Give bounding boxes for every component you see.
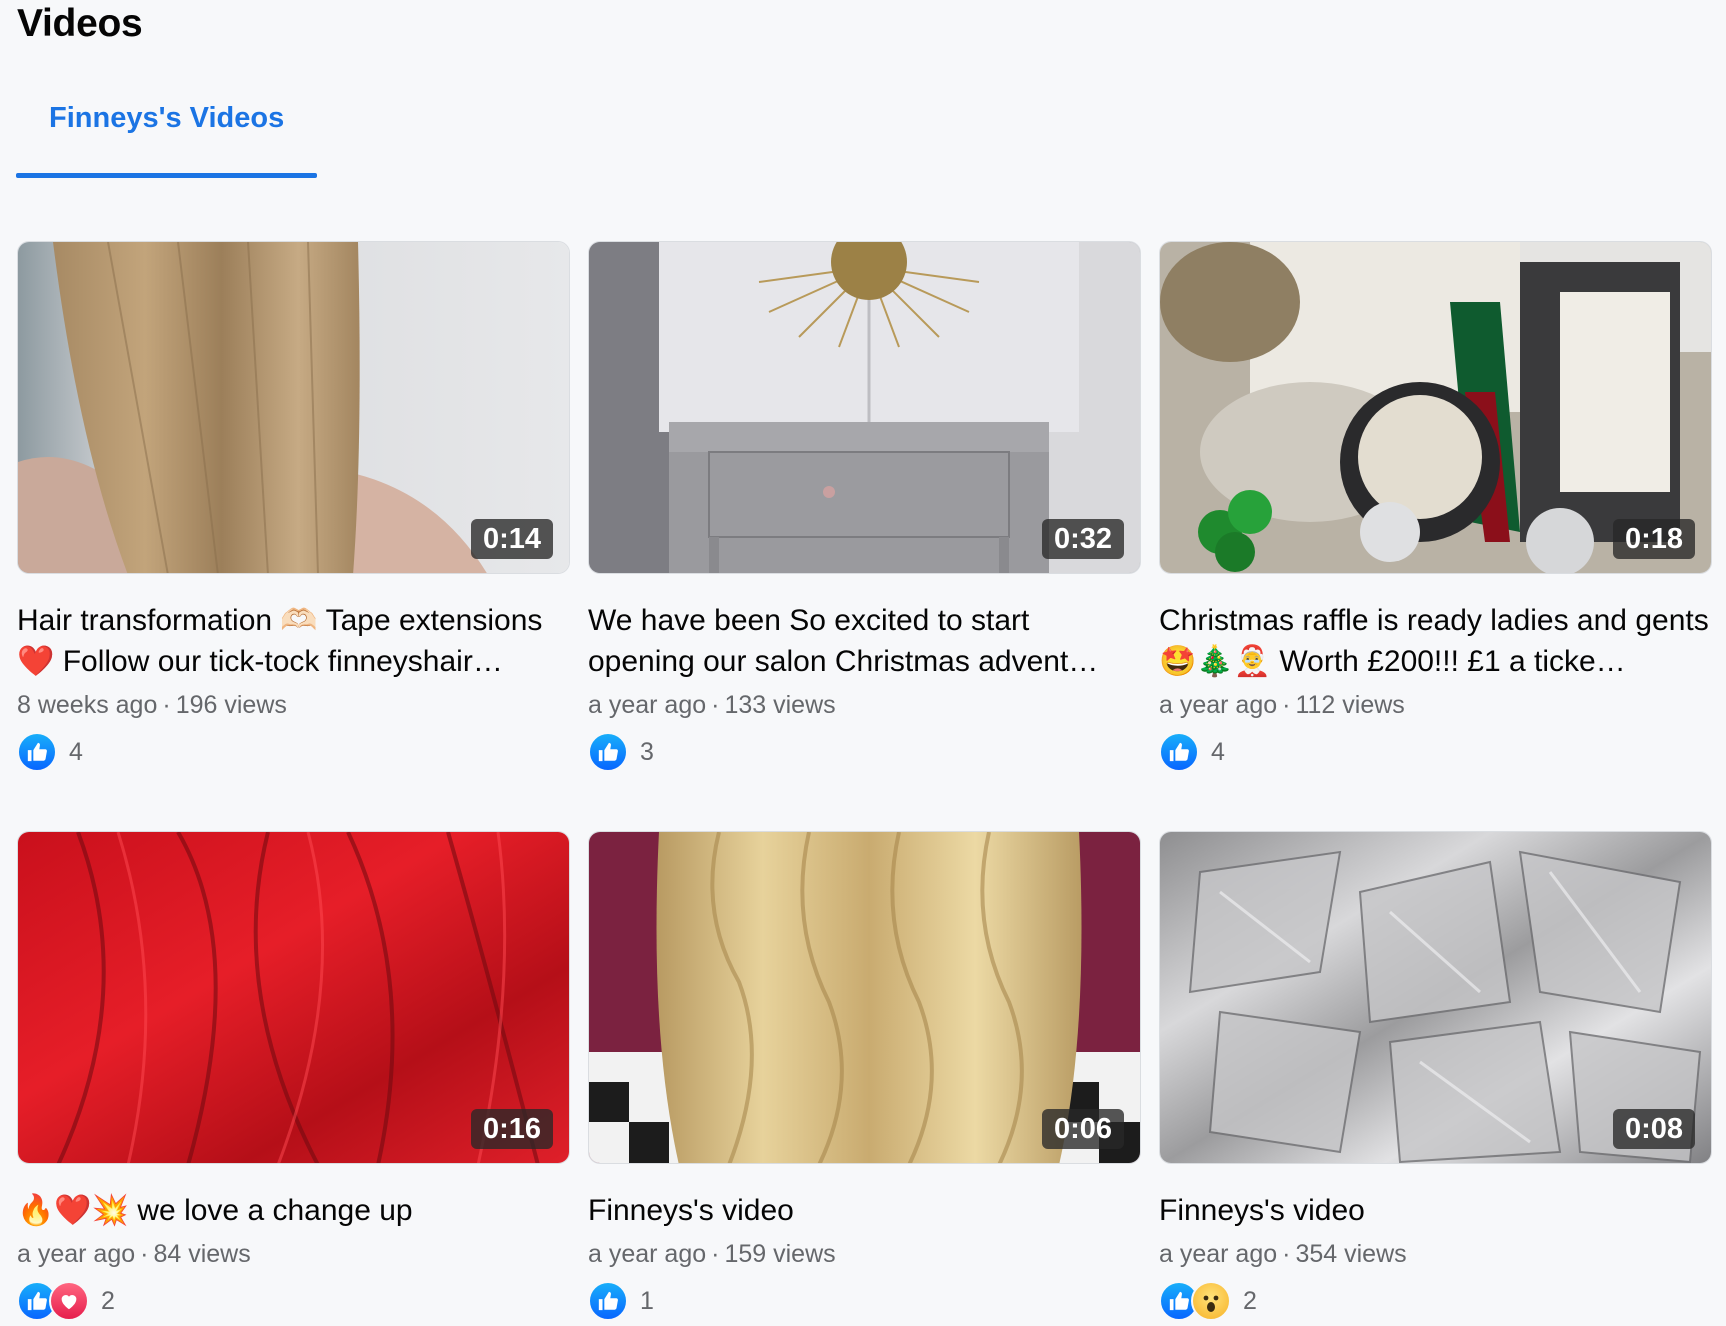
- reaction-count: 1: [640, 1286, 654, 1315]
- video-title[interactable]: Finneys's video: [588, 1190, 1141, 1231]
- video-meta: a year ago · 133 views: [588, 685, 1141, 725]
- video-title[interactable]: Finneys's video: [1159, 1190, 1712, 1231]
- video-views: 112 views: [1295, 691, 1405, 719]
- video-duration: 0:08: [1612, 1109, 1695, 1149]
- video-title[interactable]: 🔥❤️💥 we love a change up: [17, 1190, 570, 1231]
- video-views: 133 views: [724, 691, 836, 719]
- video-card: 0:16 🔥❤️💥 we love a change up a year ago…: [17, 831, 570, 1326]
- reaction-count: 3: [640, 737, 654, 766]
- reaction-summary[interactable]: 4: [17, 732, 570, 772]
- reaction-summary[interactable]: 3: [588, 732, 1141, 772]
- reaction-icons: [17, 732, 57, 772]
- section-title: Videos: [17, 2, 143, 45]
- reaction-icons: [588, 732, 628, 772]
- video-duration: 0:06: [1041, 1109, 1124, 1149]
- video-duration: 0:14: [470, 519, 553, 559]
- video-meta: a year ago · 112 views: [1159, 685, 1712, 725]
- like-icon: [17, 732, 57, 772]
- video-tabs: Finneys's Videos: [16, 88, 318, 178]
- video-views: 354 views: [1295, 1240, 1407, 1268]
- love-icon: [49, 1281, 89, 1321]
- active-tab-indicator: [16, 173, 318, 178]
- video-thumbnail[interactable]: 0:14: [17, 241, 570, 574]
- meta-separator: ·: [162, 691, 171, 719]
- like-icon: [588, 732, 628, 772]
- reaction-icons: [17, 1281, 89, 1321]
- video-title[interactable]: Christmas raffle is ready ladies and gen…: [1159, 600, 1712, 682]
- video-thumbnail[interactable]: 0:06: [588, 831, 1141, 1164]
- reaction-count: 2: [101, 1286, 115, 1315]
- video-duration: 0:18: [1612, 519, 1695, 559]
- video-card: 0:08 Finneys's video a year ago · 354 view…: [1159, 831, 1712, 1326]
- reaction-icons: [588, 1281, 628, 1321]
- meta-separator: ·: [711, 691, 720, 719]
- video-meta: a year ago · 84 views: [17, 1234, 570, 1274]
- video-meta: 8 weeks ago · 196 views: [17, 685, 570, 725]
- video-title[interactable]: We have been So excited to start opening…: [588, 600, 1141, 682]
- wow-icon: [1191, 1281, 1231, 1321]
- meta-separator: ·: [140, 1240, 149, 1268]
- reaction-count: 4: [1211, 737, 1225, 766]
- video-thumbnail[interactable]: 0:16: [17, 831, 570, 1164]
- video-duration: 0:32: [1041, 519, 1124, 559]
- videos-page: Videos Finneys's Videos 0:14 Hair transf…: [0, 0, 1726, 1326]
- video-age: a year ago: [588, 691, 707, 719]
- video-age: a year ago: [17, 1240, 136, 1268]
- video-card: 0:14 Hair transformation 🫶🏻 Tape extensi…: [17, 241, 570, 795]
- video-meta: a year ago · 159 views: [588, 1234, 1141, 1274]
- reaction-summary[interactable]: 1: [588, 1281, 1141, 1321]
- meta-separator: ·: [1282, 691, 1291, 719]
- reaction-icons: [1159, 732, 1199, 772]
- video-card: 0:32 We have been So excited to start op…: [588, 241, 1141, 795]
- video-card: 0:18 Christmas raffle is ready ladies an…: [1159, 241, 1712, 795]
- like-icon: [588, 1281, 628, 1321]
- video-views: 196 views: [175, 691, 287, 719]
- video-thumbnail[interactable]: 0:08: [1159, 831, 1712, 1164]
- reaction-count: 2: [1243, 1286, 1257, 1315]
- video-age: a year ago: [1159, 1240, 1278, 1268]
- video-thumbnail[interactable]: 0:18: [1159, 241, 1712, 574]
- tab-finneys-videos[interactable]: Finneys's Videos: [16, 88, 318, 178]
- video-meta: a year ago · 354 views: [1159, 1234, 1712, 1274]
- reaction-summary[interactable]: 4: [1159, 732, 1712, 772]
- video-age: a year ago: [1159, 691, 1278, 719]
- video-card: 0:06 Finneys's video a year ago · 159 view…: [588, 831, 1141, 1326]
- meta-separator: ·: [1282, 1240, 1291, 1268]
- reaction-summary[interactable]: 2: [1159, 1281, 1712, 1321]
- like-icon: [1159, 732, 1199, 772]
- video-views: 159 views: [724, 1240, 836, 1268]
- video-age: 8 weeks ago: [17, 691, 158, 719]
- reaction-count: 4: [69, 737, 83, 766]
- tab-label: Finneys's Videos: [49, 102, 285, 134]
- video-thumbnail[interactable]: 0:32: [588, 241, 1141, 574]
- video-title[interactable]: Hair transformation 🫶🏻 Tape extensions ❤…: [17, 600, 570, 682]
- reaction-icons: [1159, 1281, 1231, 1321]
- video-duration: 0:16: [470, 1109, 553, 1149]
- video-grid: 0:14 Hair transformation 🫶🏻 Tape extensi…: [17, 241, 1713, 1326]
- meta-separator: ·: [711, 1240, 720, 1268]
- video-age: a year ago: [588, 1240, 707, 1268]
- video-views: 84 views: [153, 1240, 251, 1268]
- reaction-summary[interactable]: 2: [17, 1281, 570, 1321]
